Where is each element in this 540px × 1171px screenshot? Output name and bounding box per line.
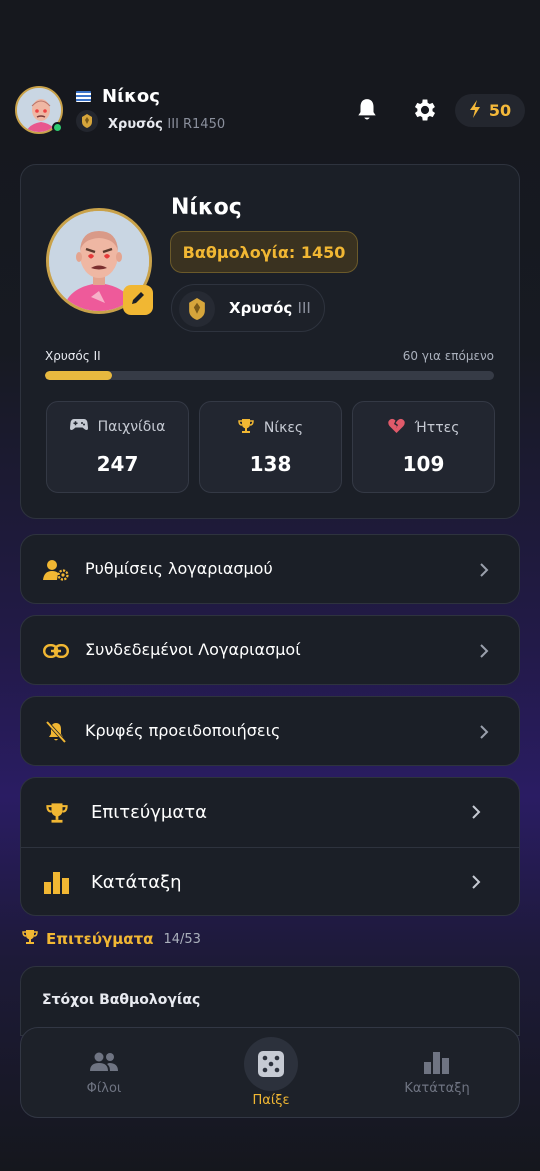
bar-chart-icon	[424, 1052, 450, 1074]
link-icon	[43, 639, 69, 663]
trophy-icon	[238, 418, 254, 438]
energy-counter[interactable]: 50	[455, 94, 525, 127]
chevron-right-icon	[471, 874, 481, 890]
nav-friends[interactable]: Φίλοι	[44, 1028, 164, 1117]
stat-wins: Νίκες 138	[199, 401, 342, 493]
gear-icon[interactable]	[411, 96, 439, 124]
bar-chart-icon	[43, 870, 71, 896]
bolt-icon	[469, 99, 481, 122]
rank-emblem-icon	[76, 110, 98, 132]
stat-value: 109	[402, 452, 445, 476]
greek-flag-icon	[76, 91, 91, 102]
row-label: Συνδεδεμένοι Λογαριασμοί	[85, 640, 301, 659]
ranking-row[interactable]: Κατάταξη	[21, 848, 519, 917]
row-label: Κατάταξη	[91, 872, 182, 893]
nav-ranking[interactable]: Κατάταξη	[377, 1028, 497, 1117]
achievements-count: 14/53	[163, 931, 201, 947]
header-rating: R1450	[183, 117, 226, 132]
nav-label: Φίλοι	[86, 1081, 122, 1096]
chevron-right-icon	[479, 724, 489, 740]
profile-name: Νίκος	[171, 195, 242, 220]
broken-heart-icon	[387, 418, 405, 437]
stat-label: Ήττες	[414, 419, 460, 436]
achievements-ranking-group: Επιτεύγματα Κατάταξη	[20, 777, 520, 916]
bottom-nav: Φίλοι Παίξε Κατάταξη	[20, 1027, 520, 1118]
energy-value: 50	[488, 101, 512, 120]
rating-goals-card[interactable]: Στόχοι Βαθμολογίας	[20, 966, 520, 1036]
hidden-notifications-row[interactable]: Κρυφές προειδοποιήσεις	[20, 696, 520, 766]
chevron-right-icon	[479, 643, 489, 659]
nav-label: Παίξε	[252, 1093, 290, 1108]
chevron-right-icon	[479, 562, 489, 578]
rating-badge: Βαθμολογία: 1450	[170, 231, 358, 273]
stat-value: 138	[249, 452, 292, 476]
user-gear-icon	[43, 558, 69, 582]
rank-emblem-icon	[179, 291, 215, 327]
trophy-icon	[22, 929, 38, 949]
trophy-icon	[43, 800, 71, 826]
nav-play[interactable]: Παίξε	[211, 1028, 331, 1117]
progress-remaining-label: 60 για επόμενο	[402, 349, 494, 363]
progress-rank-label: Χρυσός II	[45, 349, 101, 363]
row-label: Κρυφές προειδοποιήσεις	[85, 721, 281, 740]
stat-label: Νίκες	[263, 420, 304, 436]
bell-icon[interactable]	[354, 97, 380, 123]
edit-avatar-button[interactable]	[123, 285, 153, 315]
achievements-row[interactable]: Επιτεύγματα	[21, 778, 519, 847]
stat-label: Παιχνίδια	[97, 418, 166, 435]
rank-badge: Χρυσός III	[171, 284, 325, 332]
header-rank: Χρυσός III	[108, 117, 179, 132]
stat-value: 247	[96, 452, 139, 476]
achievements-title: Επιτεύγματα	[46, 930, 154, 948]
row-label: Επιτεύγματα	[91, 802, 207, 823]
pencil-icon	[130, 290, 146, 310]
stat-losses: Ήττες 109	[352, 401, 495, 493]
bell-slash-icon	[43, 720, 69, 744]
rank-progress-bar	[45, 371, 494, 380]
gamepad-icon	[69, 418, 88, 435]
dice-icon	[244, 1037, 298, 1091]
online-status-dot	[52, 122, 63, 133]
achievements-header: Επιτεύγματα 14/53	[22, 929, 201, 949]
rank-progress-fill	[45, 371, 113, 380]
row-label: Ρυθμίσεις λογαριασμού	[85, 559, 273, 578]
linked-accounts-row[interactable]: Συνδεδεμένοι Λογαριασμοί	[20, 615, 520, 685]
friends-icon	[89, 1052, 119, 1072]
rank-label: Χρυσός III	[229, 299, 311, 317]
stat-games: Παιχνίδια 247	[46, 401, 189, 493]
account-settings-row[interactable]: Ρυθμίσεις λογαριασμού	[20, 534, 520, 604]
header-username: Νίκος	[102, 86, 160, 107]
chevron-right-icon	[471, 804, 481, 820]
section-title: Στόχοι Βαθμολογίας	[42, 992, 201, 1008]
nav-label: Κατάταξη	[404, 1081, 470, 1096]
